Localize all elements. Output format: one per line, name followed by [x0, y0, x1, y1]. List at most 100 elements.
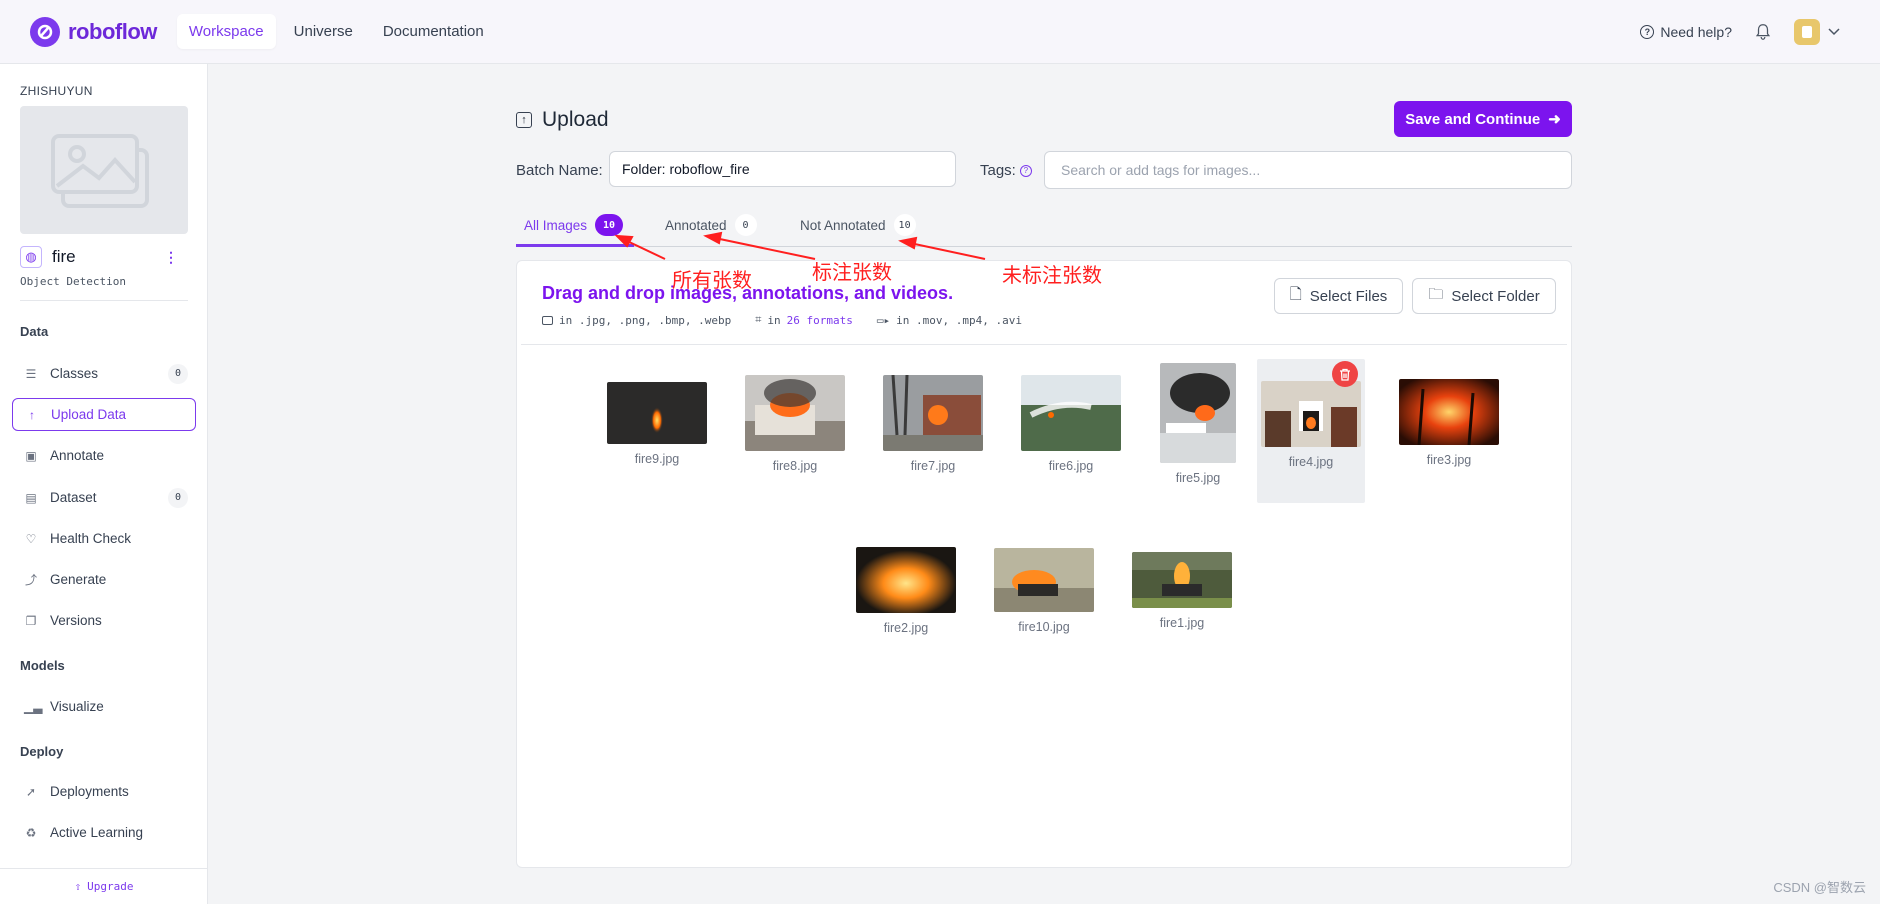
folder-icon: 🗀	[1428, 285, 1444, 303]
avatar	[1794, 18, 1820, 45]
upload-icon: ↑	[516, 112, 532, 128]
image-thumbnail	[607, 382, 707, 444]
divider	[20, 300, 188, 301]
image-thumbnail	[883, 375, 983, 451]
upgrade-button[interactable]: ⇧ Upgrade	[0, 868, 208, 904]
heart-pulse-icon: ♡	[25, 531, 37, 546]
sidebar-item-deployments[interactable]: ➚ Deployments	[12, 775, 196, 808]
image-tile[interactable]: fire3.jpg	[1395, 361, 1503, 467]
more-options-icon[interactable]: ⋮	[164, 249, 178, 266]
delete-image-button[interactable]	[1332, 361, 1358, 387]
image-tile[interactable]: fire9.jpg	[603, 361, 711, 466]
sidebar-item-versions[interactable]: ❐ Versions	[12, 604, 196, 637]
image-formats-text: in .jpg, .png, .bmp, .webp	[559, 313, 732, 327]
upload-arrow-icon: ↑	[29, 407, 35, 422]
video-icon: ▭▸	[876, 313, 891, 327]
tabs-divider	[516, 246, 1572, 247]
workspace-name: ZHISHUYUN	[20, 84, 93, 98]
chart-icon: ▁▃	[24, 699, 43, 714]
project-type: Object Detection	[20, 275, 126, 288]
image-tile[interactable]: fire8.jpg	[741, 361, 849, 473]
generate-icon: ⤴	[24, 573, 37, 587]
image-formats: in .jpg, .png, .bmp, .webp	[542, 313, 731, 327]
sidebar-item-label: Generate	[50, 572, 107, 587]
image-tile[interactable]: fire5.jpg	[1144, 361, 1252, 485]
image-tile[interactable]: fire1.jpg	[1128, 533, 1236, 630]
image-thumbnail	[994, 548, 1094, 612]
upgrade-icon: ⇧	[74, 880, 82, 893]
roboflow-logo[interactable]: roboflow	[30, 16, 157, 47]
image-thumbnail	[1160, 363, 1236, 463]
annotation-all-images: 所有张数	[672, 268, 752, 292]
sidebar: ZHISHUYUN ◍ fire ⋮ Object Detection Data…	[0, 64, 208, 904]
sidebar-item-visualize[interactable]: ▁▃ Visualize	[12, 690, 196, 723]
image-thumbnail	[1021, 375, 1121, 451]
image-tile[interactable]: fire7.jpg	[879, 361, 987, 473]
top-nav: roboflow Workspace Universe Documentatio…	[0, 0, 1880, 64]
arrow-right-icon: ➜	[1548, 111, 1561, 128]
batch-name-label: Batch Name:	[516, 162, 603, 179]
image-thumbnail	[1399, 379, 1499, 445]
image-thumbnail	[856, 547, 956, 613]
tags-input[interactable]: Search or add tags for images...	[1044, 151, 1572, 189]
file-name: fire1.jpg	[1159, 616, 1205, 630]
trash-icon	[1340, 368, 1350, 381]
tab-all-images[interactable]: All Images 10	[524, 213, 624, 237]
nav-universe[interactable]: Universe	[282, 14, 365, 49]
tab-annotated[interactable]: Annotated 0	[665, 213, 757, 237]
info-icon[interactable]: ?	[1019, 164, 1032, 177]
file-name: fire9.jpg	[634, 452, 680, 466]
upgrade-label: Upgrade	[87, 880, 134, 893]
annotation-formats-link[interactable]: 26 formats	[787, 314, 853, 327]
save-and-continue-button[interactable]: Save and Continue ➜	[1394, 101, 1572, 137]
annotation-formats: ⌗ in 26 formats	[755, 313, 853, 327]
nav-workspace[interactable]: Workspace	[176, 14, 276, 49]
sidebar-item-generate[interactable]: ⤴ Generate	[12, 563, 196, 596]
image-tile[interactable]: fire2.jpg	[852, 533, 960, 635]
annotation-formats-prefix: in	[767, 313, 781, 327]
file-name: fire4.jpg	[1288, 455, 1334, 469]
watermark: CSDN @智数云	[1773, 880, 1866, 895]
section-models: Models	[20, 658, 65, 673]
tags-label-text: Tags:	[980, 162, 1016, 179]
sidebar-item-health-check[interactable]: ♡ Health Check	[12, 522, 196, 555]
file-name: fire5.jpg	[1175, 471, 1221, 485]
file-name: fire6.jpg	[1048, 459, 1094, 473]
select-folder-button[interactable]: 🗀 Select Folder	[1412, 278, 1556, 314]
dataset-icon: ▤	[25, 490, 37, 505]
file-name: fire3.jpg	[1426, 453, 1472, 467]
project-thumbnail[interactable]	[20, 106, 188, 234]
sidebar-item-label: Classes	[50, 366, 99, 381]
sidebar-item-classes[interactable]: ☰ Classes 0	[12, 357, 196, 390]
tab-label: All Images	[524, 217, 588, 233]
roboflow-logo-icon	[30, 16, 60, 47]
help-link[interactable]: ? Need help?	[1640, 24, 1732, 40]
file-icon: 🗋	[1289, 285, 1302, 303]
file-name: fire10.jpg	[1018, 620, 1070, 634]
video-formats-text: in .mov, .mp4, .avi	[896, 313, 1022, 327]
image-tile[interactable]: fire10.jpg	[990, 533, 1098, 634]
video-formats: ▭▸ in .mov, .mp4, .avi	[877, 313, 1022, 327]
tab-not-annotated[interactable]: Not Annotated 10	[800, 213, 916, 237]
sidebar-item-annotate[interactable]: ▣ Annotate	[12, 439, 196, 472]
bell-icon[interactable]	[1754, 23, 1772, 41]
sidebar-item-label: Versions	[50, 613, 102, 628]
versions-icon: ❐	[25, 613, 37, 628]
sidebar-item-label: Deployments	[50, 784, 129, 799]
image-tile[interactable]: fire6.jpg	[1017, 361, 1125, 473]
sidebar-item-active-learning[interactable]: ♻ Active Learning	[12, 816, 196, 849]
sidebar-item-upload-data[interactable]: ↑ Upload Data	[12, 398, 196, 431]
recycle-icon: ♻	[25, 825, 37, 840]
annotation-annotated: 标注张数	[812, 260, 892, 284]
user-menu[interactable]	[1794, 18, 1840, 45]
annotation-not-annotated: 未标注张数	[1002, 263, 1102, 287]
sidebar-item-dataset[interactable]: ▤ Dataset 0	[12, 481, 196, 514]
batch-name-input[interactable]: Folder: roboflow_fire	[609, 151, 956, 187]
select-folder-label: Select Folder	[1451, 287, 1540, 305]
select-files-button[interactable]: 🗋 Select Files	[1274, 278, 1403, 314]
image-thumbnail	[745, 375, 845, 451]
count-badge: 0	[168, 487, 188, 508]
image-icon	[542, 315, 553, 325]
drop-zone[interactable]: Drag and drop images, annotations, and v…	[516, 260, 1572, 868]
nav-documentation[interactable]: Documentation	[371, 14, 496, 49]
